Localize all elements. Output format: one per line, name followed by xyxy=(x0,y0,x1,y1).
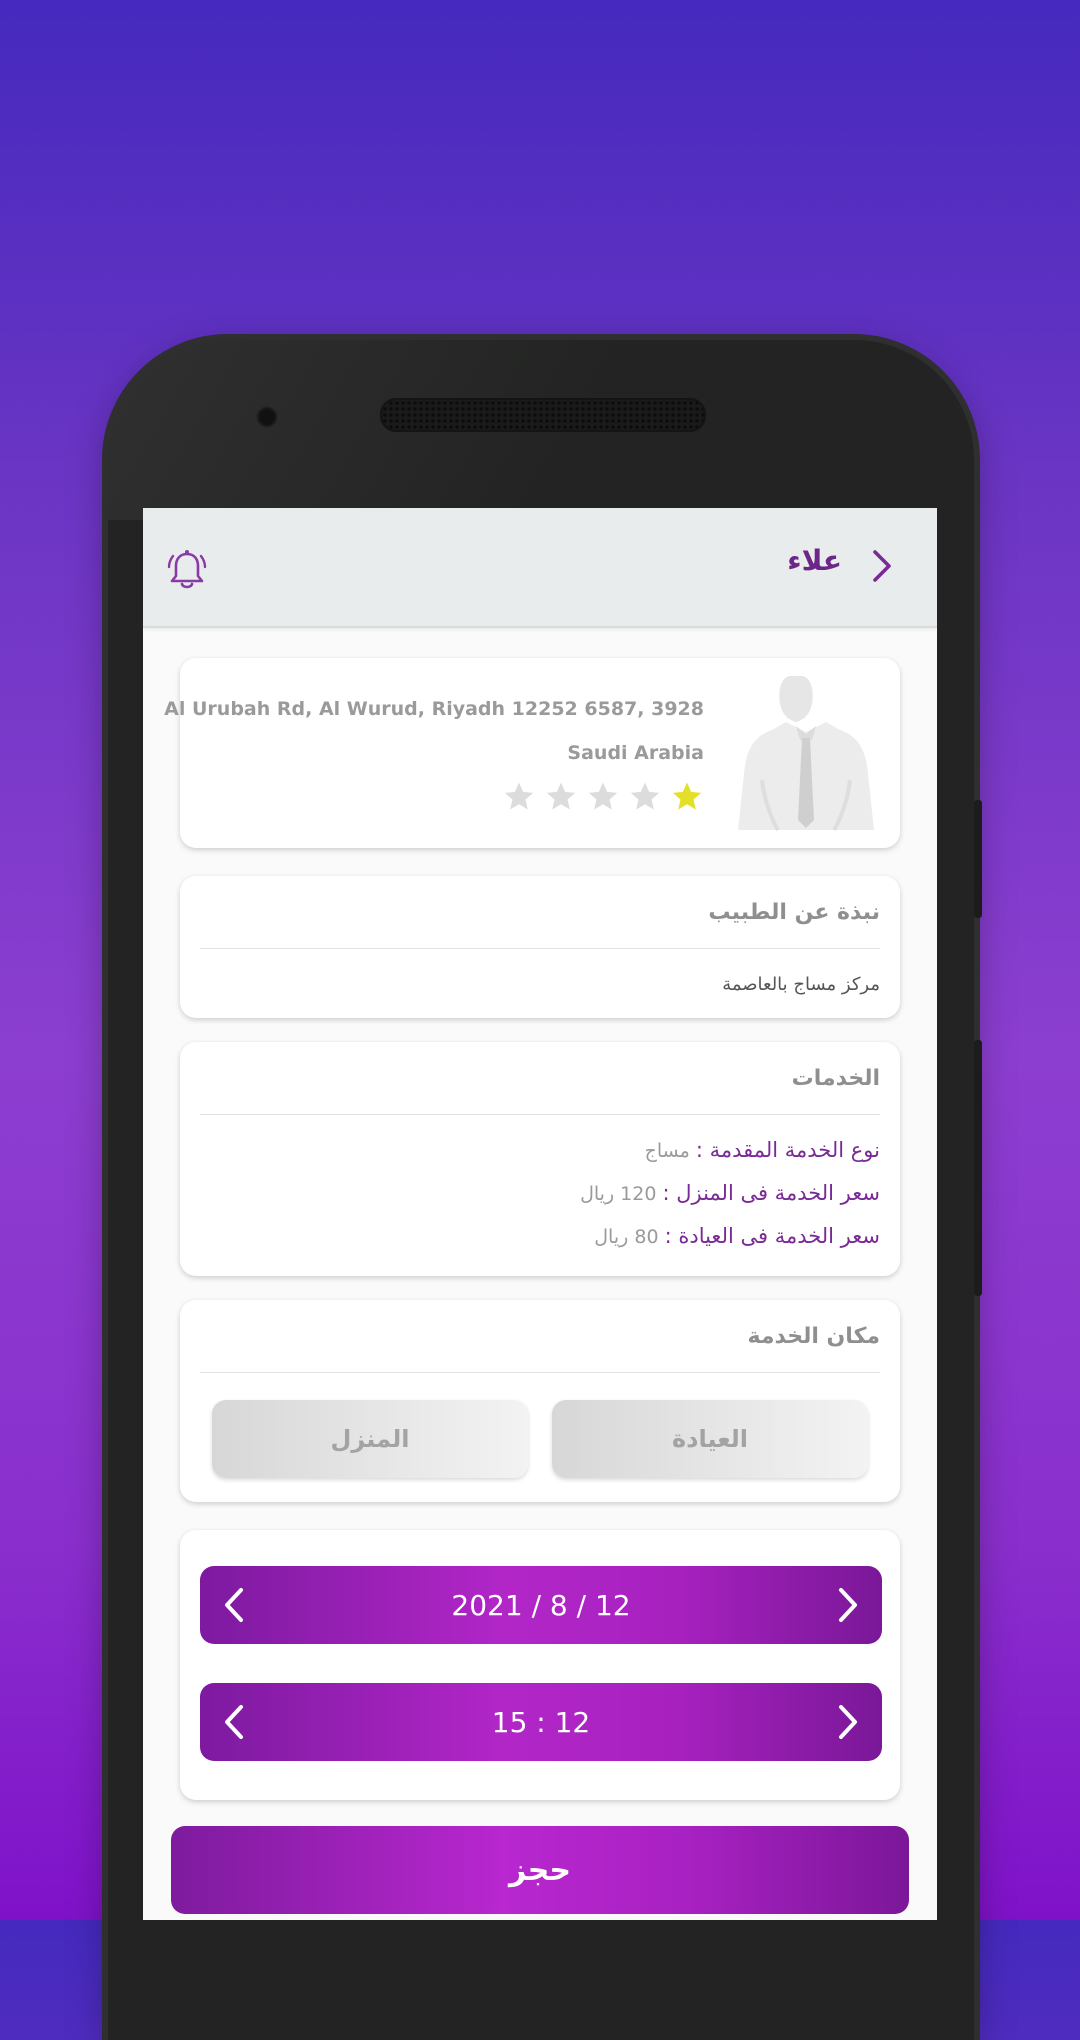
home-price-line: سعر الخدمة فى المنزل : 120 ريال xyxy=(580,1181,880,1205)
page-title: علاء xyxy=(787,544,842,577)
person-placeholder-icon xyxy=(738,676,874,832)
address-country: Saudi Arabia xyxy=(567,742,704,764)
clinic-price-value: 80 ريال xyxy=(594,1226,659,1248)
divider xyxy=(200,948,880,949)
star-icon xyxy=(672,782,702,810)
bell-icon[interactable] xyxy=(167,548,207,592)
home-price-value: 120 ريال xyxy=(580,1183,657,1205)
app-screen: علاء Al Urubah Rd, Al Wurud, Riyadh 1225… xyxy=(143,508,937,1920)
star-icon xyxy=(588,782,618,810)
chevron-left-icon[interactable] xyxy=(222,1703,246,1741)
about-title: نبذة عن الطبيب xyxy=(708,900,880,925)
side-button-lower xyxy=(974,1040,982,1296)
date-picker: 2021 / 8 / 12 xyxy=(200,1566,882,1644)
chevron-left-icon[interactable] xyxy=(222,1586,246,1624)
service-type-value: مساج xyxy=(644,1140,690,1162)
service-place-card: مكان الخدمة العيادة المنزل xyxy=(180,1300,900,1502)
star-icon xyxy=(504,782,534,810)
service-type-line: نوع الخدمة المقدمة : مساج xyxy=(645,1138,880,1162)
chevron-right-icon[interactable] xyxy=(836,1703,860,1741)
clinic-price-label: سعر الخدمة فى العيادة : xyxy=(664,1224,880,1248)
divider xyxy=(200,1114,880,1115)
front-camera xyxy=(256,406,278,428)
about-text: مركز مساج بالعاصمة xyxy=(722,974,880,995)
clinic-price-line: سعر الخدمة فى العيادة : 80 ريال xyxy=(594,1224,880,1248)
earpiece-speaker xyxy=(380,398,706,432)
book-button[interactable]: حجز xyxy=(171,1826,909,1914)
star-icon xyxy=(546,782,576,810)
services-card: الخدمات نوع الخدمة المقدمة : مساج سعر ال… xyxy=(180,1042,900,1276)
side-button-upper xyxy=(974,800,982,918)
chevron-right-icon[interactable] xyxy=(836,1586,860,1624)
schedule-card: 2021 / 8 / 12 15 : 12 xyxy=(180,1530,900,1800)
about-card: نبذة عن الطبيب مركز مساج بالعاصمة xyxy=(180,876,900,1018)
profile-card: Al Urubah Rd, Al Wurud, Riyadh 12252 658… xyxy=(164,658,900,848)
service-place-title: مكان الخدمة xyxy=(747,1324,880,1349)
services-title: الخدمات xyxy=(791,1066,880,1091)
chevron-right-icon[interactable] xyxy=(869,548,895,584)
divider xyxy=(200,1372,880,1373)
date-value: 2021 / 8 / 12 xyxy=(451,1588,631,1622)
app-bar: علاء xyxy=(143,508,937,628)
home-option-button[interactable]: المنزل xyxy=(212,1400,528,1478)
service-type-label: نوع الخدمة المقدمة : xyxy=(695,1138,880,1162)
time-picker: 15 : 12 xyxy=(200,1683,882,1761)
home-price-label: سعر الخدمة فى المنزل : xyxy=(662,1181,880,1205)
clinic-option-button[interactable]: العيادة xyxy=(552,1400,868,1478)
star-icon xyxy=(630,782,660,810)
address-line: Al Urubah Rd, Al Wurud, Riyadh 12252 658… xyxy=(164,698,704,720)
rating-stars xyxy=(502,780,704,814)
time-value: 15 : 12 xyxy=(491,1705,591,1739)
